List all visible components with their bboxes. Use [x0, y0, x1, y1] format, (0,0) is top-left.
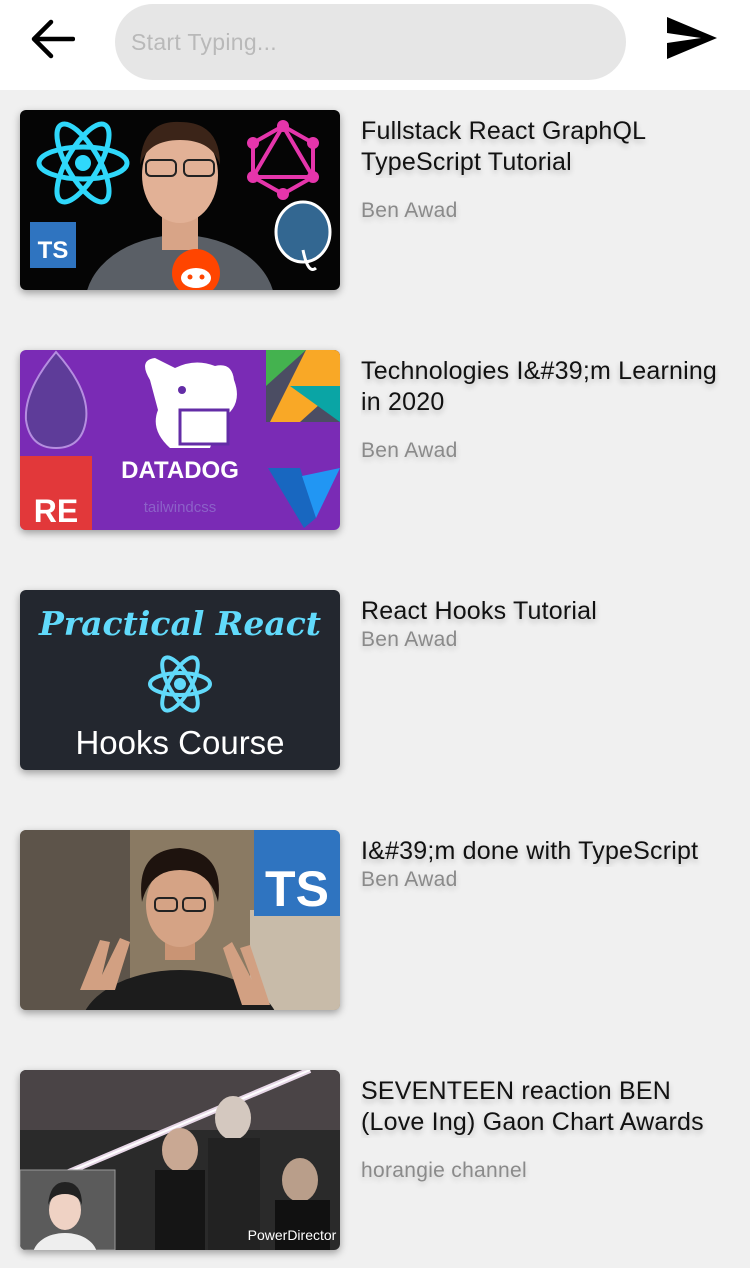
send-button[interactable] [662, 12, 722, 64]
video-item[interactable]: Practical React Hooks Course React Hooks… [0, 570, 750, 770]
video-title: Fullstack React GraphQL TypeScript Tutor… [361, 117, 646, 176]
ts-badge-text: TS [265, 861, 329, 917]
datadog-wordmark: DATADOG [121, 457, 239, 484]
thumbnail-subheading: Hooks Course [75, 724, 284, 761]
top-bar [0, 0, 750, 90]
thumbnail-heading: Practical React [38, 604, 321, 643]
watermark-text: PowerDirector [248, 1227, 337, 1243]
video-title: React Hooks Tutorial [361, 597, 598, 625]
video-channel: Ben Awad [361, 439, 458, 462]
video-thumbnail: Practical React Hooks Course [20, 590, 340, 770]
search-input[interactable] [115, 4, 626, 80]
video-title: SEVENTEEN reaction BEN (Love Ing) Gaon C… [361, 1077, 704, 1136]
video-channel: Ben Awad [361, 628, 458, 651]
video-thumbnail: PowerDirector [20, 1070, 340, 1250]
back-button[interactable] [26, 14, 78, 64]
video-title: I&#39;m done with TypeScript [361, 837, 699, 865]
video-item[interactable]: TS Fullstack React GraphQL TypeScript Tu… [0, 90, 750, 290]
ts-logo-text: TS [38, 237, 69, 264]
video-thumbnail: TS [20, 110, 340, 290]
arrow-left-icon [31, 19, 75, 59]
video-title: Technologies I&#39;m Learning in 2020 [361, 357, 718, 416]
video-channel: Ben Awad [361, 868, 458, 891]
send-icon [667, 17, 717, 59]
video-item[interactable]: DATADOG RE tailwindcss Technologies I&#3… [0, 330, 750, 530]
video-item[interactable]: TS I&#39;m done with TypeScript Ben Awad [0, 810, 750, 1010]
video-channel: Ben Awad [361, 199, 458, 222]
video-thumbnail: DATADOG RE tailwindcss [20, 350, 340, 530]
video-item[interactable]: PowerDirector SEVENTEEN reaction BEN (Lo… [0, 1050, 750, 1250]
video-channel: horangie channel [361, 1159, 527, 1182]
tailwind-wordmark: tailwindcss [144, 499, 217, 516]
re-logo-text: RE [34, 493, 78, 529]
video-thumbnail: TS [20, 830, 340, 1010]
